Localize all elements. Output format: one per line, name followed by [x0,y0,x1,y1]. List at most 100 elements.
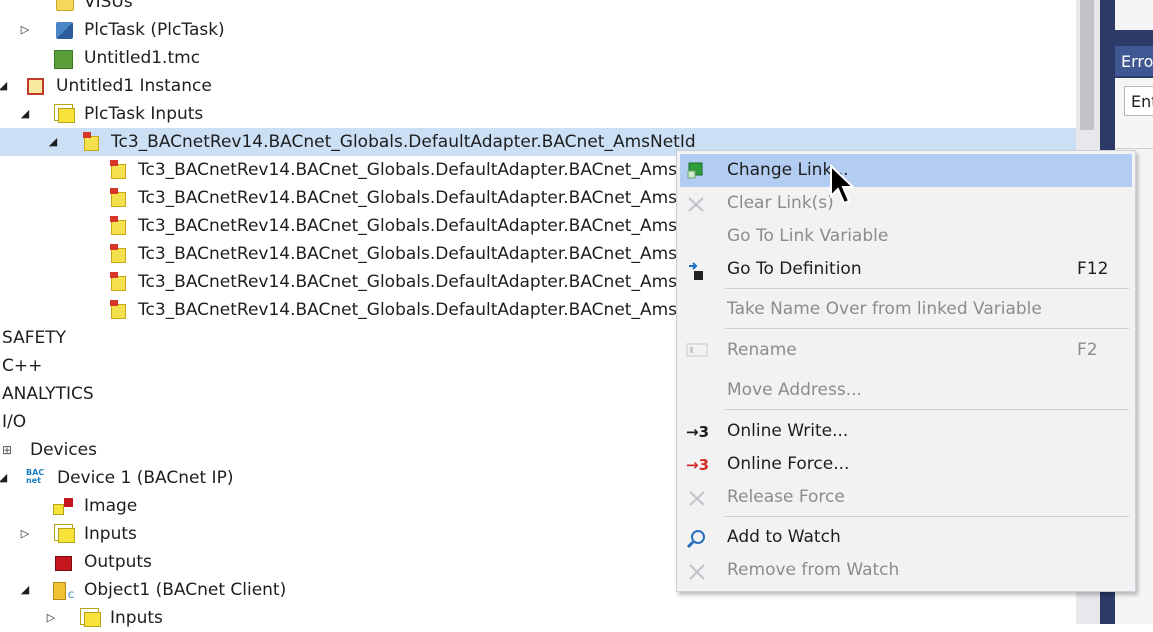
change-link-icon [686,162,706,180]
tree-item-label: Device 1 (BACnet IP) [57,468,234,488]
menu-item-label: Clear Link(s) [727,193,834,213]
outputs-icon [55,556,72,571]
linked-variable-icon [83,132,99,151]
mouse-cursor-icon [830,164,856,205]
collapse-arrow-icon[interactable]: ◢ [18,576,32,604]
tree-item-label: Tc3_BACnetRev14.BACnet_Globals.DefaultAd… [138,188,723,208]
folder-icon [56,0,74,11]
tree-item-label: Untitled1.tmc [84,48,201,68]
error-list-filter[interactable]: Ent [1124,86,1153,116]
bacnet-object-icon [53,582,74,610]
collapse-arrow-icon[interactable]: ◢ [0,464,10,492]
menu-item-label: Go To Link Variable [727,226,889,246]
right-panel-top [1115,0,1153,30]
devices-tree-icon: ⊞ [2,443,13,457]
remove-from-watch-icon [686,562,706,580]
menu-separator [725,516,1129,517]
tree-item-plctask[interactable]: ▷ PlcTask (PlcTask) [0,16,1076,44]
online-force-icon: →3 [686,456,710,474]
linked-variable-icon [110,244,126,263]
linked-variable-icon [110,272,126,291]
menu-item-label: Rename [727,340,797,360]
expand-arrow-icon[interactable]: ▷ [18,16,32,44]
context-menu: Change Link... Clear Link(s) Go To Link … [676,150,1136,592]
menu-item-go-to-link-variable[interactable]: Go To Link Variable [680,220,1132,253]
linked-variable-icon [110,300,126,319]
tree-item-label: Tc3_BACnetRev14.BACnet_Globals.DefaultAd… [138,160,723,180]
rename-icon [686,342,708,360]
menu-item-change-link[interactable]: Change Link... [680,154,1132,187]
shortcut-label: F2 [1077,340,1098,360]
menu-item-take-name-over[interactable]: Take Name Over from linked Variable [680,293,1132,326]
linked-variable-icon [110,160,126,179]
add-to-watch-icon [686,529,706,549]
tree-item-label: Tc3_BACnetRev14.BACnet_Globals.DefaultAd… [138,300,723,320]
tree-item-label: Tc3_BACnetRev14.BACnet_Globals.DefaultAd… [111,132,696,152]
tree-item-label: Outputs [84,552,152,572]
menu-item-label: Move Address... [727,380,862,400]
collapse-arrow-icon[interactable]: ◢ [18,100,32,128]
tree-item-plctask-inputs[interactable]: ◢ PlcTask Inputs [0,100,1076,128]
tree-item-label: PlcTask Inputs [84,104,204,124]
menu-item-online-write[interactable]: →3 Online Write... [680,415,1132,448]
tree-item-untitled1-tmc[interactable]: Untitled1.tmc [0,44,1076,72]
menu-item-move-address[interactable]: Move Address... [680,374,1132,407]
instance-icon [27,78,44,95]
tree-item-label: PlcTask (PlcTask) [84,20,225,40]
shortcut-label: F12 [1077,259,1109,279]
menu-item-label: Online Force... [727,454,850,474]
image-icon [53,498,73,515]
menu-item-label: Online Write... [727,421,849,441]
tree-item-object1-inputs[interactable]: ▷ Inputs [0,604,1076,632]
menu-item-clear-links[interactable]: Clear Link(s) [680,187,1132,220]
collapse-arrow-icon[interactable]: ◢ [46,128,60,156]
tree-item-label: Devices [30,440,97,460]
menu-item-remove-from-watch[interactable]: Remove from Watch [680,554,1132,587]
release-force-icon [686,489,706,507]
tree-item-label: C++ [2,356,43,376]
tree-item-label: Image [84,496,138,516]
menu-separator [725,328,1129,329]
menu-separator [725,409,1129,410]
clear-link-icon [686,195,706,213]
tree-item-label: Tc3_BACnetRev14.BACnet_Globals.DefaultAd… [138,216,723,236]
plc-task-icon [56,22,73,39]
menu-item-rename[interactable]: Rename F2 [680,334,1132,367]
menu-item-label: Release Force [727,487,845,507]
scrollbar-thumb[interactable] [1080,0,1094,130]
inputs-icon [58,528,75,543]
tree-item-label: ANALYTICS [2,384,94,404]
tmc-file-icon [54,50,73,69]
expand-arrow-icon[interactable]: ▷ [18,520,32,548]
online-write-icon: →3 [686,423,710,441]
menu-item-label: Take Name Over from linked Variable [727,299,1042,319]
tree-item-label: Inputs [84,524,137,544]
inputs-icon [58,108,75,123]
tree-item-label: VISUs [84,0,133,12]
error-list-tab[interactable]: Erro [1115,46,1153,76]
linked-variable-icon [110,216,126,235]
collapse-arrow-icon[interactable]: ◢ [0,72,10,100]
tree-item-label: Object1 (BACnet Client) [84,580,287,600]
tree-item-label: Tc3_BACnetRev14.BACnet_Globals.DefaultAd… [138,272,723,292]
menu-item-add-to-watch[interactable]: Add to Watch [680,521,1132,554]
menu-separator [725,288,1129,289]
linked-variable-icon [110,188,126,207]
go-to-definition-icon [686,261,706,280]
menu-item-label: Remove from Watch [727,560,900,580]
divider [1115,148,1153,149]
menu-item-go-to-definition[interactable]: Go To Definition F12 [680,253,1132,286]
tree-item-label: Untitled1 Instance [56,76,212,96]
inputs-icon [84,612,101,627]
bacnet-device-icon: BAC net [26,468,45,485]
tree-item-label: Inputs [110,608,163,628]
tree-item-label: Tc3_BACnetRev14.BACnet_Globals.DefaultAd… [138,244,723,264]
menu-item-online-force[interactable]: →3 Online Force... [680,448,1132,481]
expand-arrow-icon[interactable]: ▷ [44,604,58,632]
tree-item-visus[interactable]: VISUs [0,0,1076,16]
tree-item-untitled1-instance[interactable]: ◢ Untitled1 Instance [0,72,1076,100]
menu-item-label: Go To Definition [727,259,862,279]
menu-item-label: Add to Watch [727,527,841,547]
tree-item-label: I/O [2,412,27,432]
menu-item-release-force[interactable]: Release Force [680,481,1132,514]
